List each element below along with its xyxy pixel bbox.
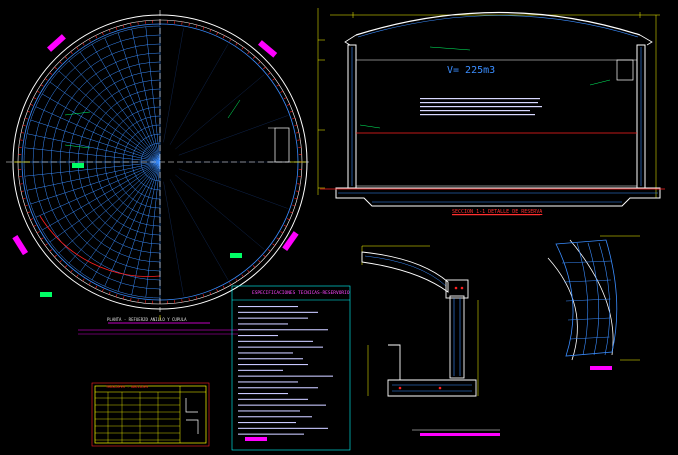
table-title: TRASLAPES - ANCLAJES <box>106 385 149 389</box>
cad-drawing-canvas <box>0 0 678 455</box>
plan-title: PLANTA - REFUERZO ANILLO Y CUPULA <box>107 317 187 322</box>
section-title: SECCION 1-1 DETALLE DE RESERVA <box>452 209 543 215</box>
volume-label: V= 225m3 <box>447 65 496 76</box>
specs-title: ESPECIFICACIONES TECNICAS-RESERVORIO <box>252 291 350 296</box>
